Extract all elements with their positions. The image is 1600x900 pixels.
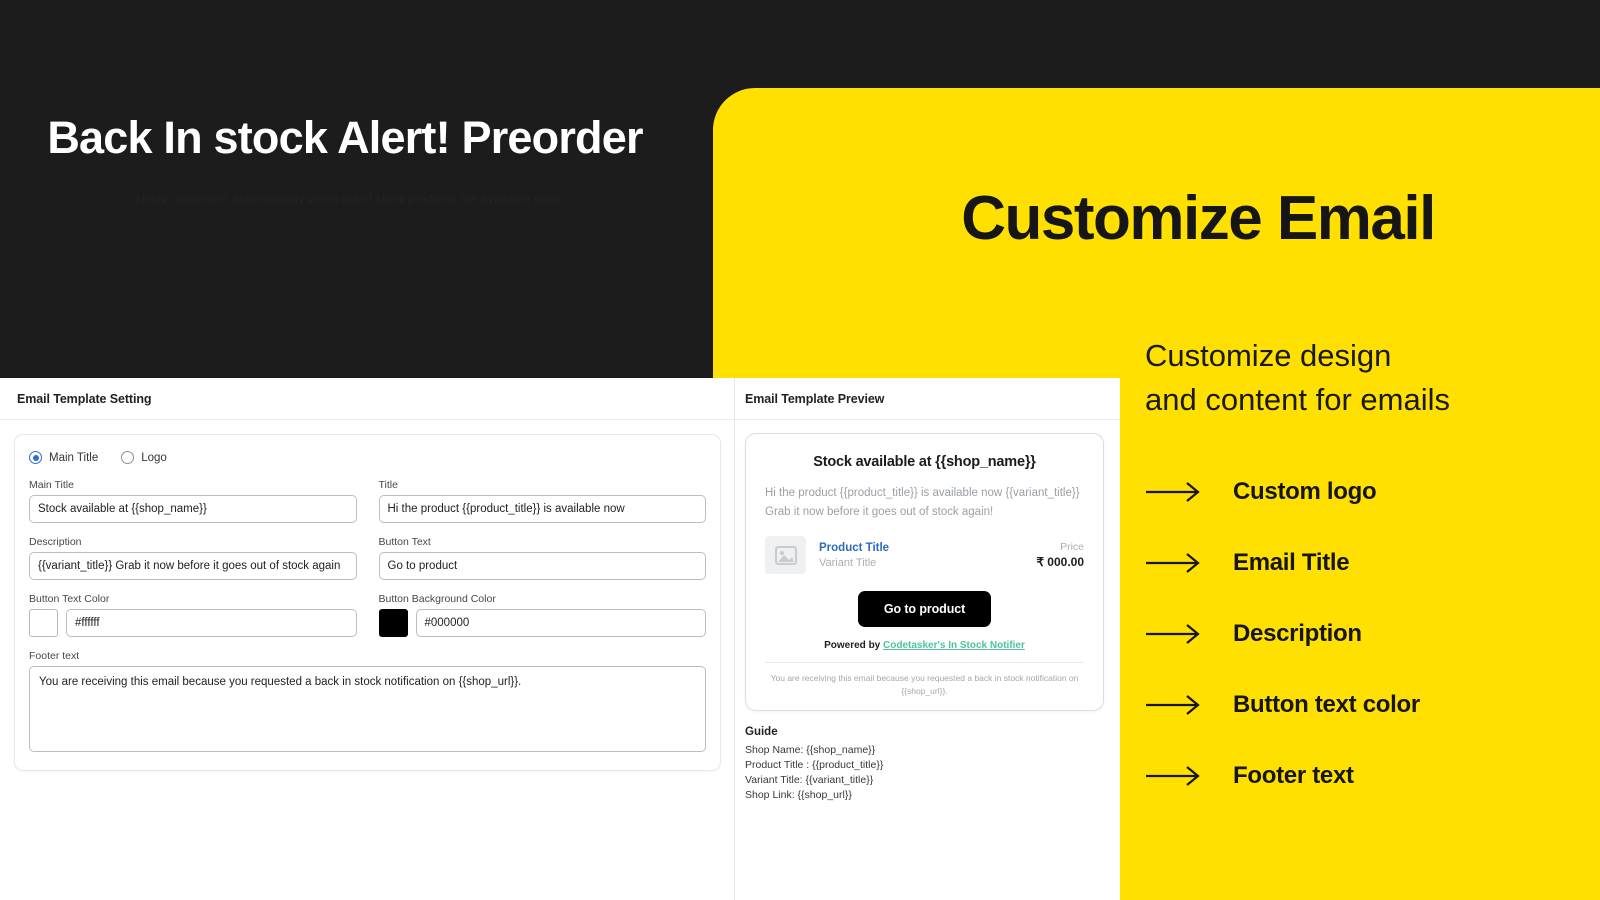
guide-title: Guide — [745, 725, 778, 738]
radio-label: Main Title — [49, 451, 99, 464]
field-label-footer-text: Footer text — [29, 650, 80, 662]
feature-item-email-title: Email Title — [1145, 527, 1575, 598]
button-text-color-input[interactable]: #ffffff — [66, 609, 357, 637]
preview-email-title: Stock available at {{shop_name}} — [813, 454, 1036, 470]
hero-subtitle: Notify customers automatically when out … — [135, 192, 565, 206]
guide-line: Variant Title: {{variant_title}} — [745, 773, 874, 786]
guide-line: Shop Name: {{shop_name}} — [745, 743, 876, 756]
main-title-input[interactable]: Stock available at {{shop_name}} — [29, 495, 357, 523]
email-template-form: Main Title Logo Main Title Stock availab… — [14, 434, 721, 771]
arrow-right-icon — [1145, 623, 1203, 645]
form-grid: Main Title Stock available at {{shop_nam… — [29, 479, 706, 650]
feature-item-description: Description — [1145, 598, 1575, 669]
field-button-text-color: Button Text Color #ffffff — [29, 593, 357, 637]
description-input[interactable]: {{variant_title}} Grab it now before it … — [29, 552, 357, 580]
field-main-title: Main Title Stock available at {{shop_nam… — [29, 479, 357, 523]
feature-item-footer-text: Footer text — [1145, 740, 1575, 811]
radio-icon-unchecked[interactable] — [121, 451, 135, 464]
hero-title: Back In stock Alert! Preorder — [47, 112, 643, 163]
button-text-color-swatch[interactable] — [29, 609, 58, 637]
preview-product-row: Product Title Variant Title Price ₹ 000.… — [765, 536, 1084, 575]
field-label-button-text-color: Button Text Color — [29, 593, 110, 605]
field-label-main-title: Main Title — [29, 479, 74, 491]
preview-price-column: Price ₹ 000.00 — [1036, 540, 1084, 571]
radio-icon-checked[interactable] — [29, 451, 42, 464]
field-label-description: Description — [29, 536, 82, 548]
preview-powered-by: Powered by Codetasker's In Stock Notifie… — [765, 640, 1084, 651]
preview-pane: Email Template Preview Stock available a… — [735, 378, 1120, 900]
powered-by-link[interactable]: Codetasker's In Stock Notifier — [883, 640, 1025, 651]
field-title: Title Hi the product {{product_title}} i… — [378, 479, 706, 523]
preview-price-value: ₹ 000.00 — [1036, 555, 1084, 570]
title-mode-radio-group: Main Title Logo — [29, 451, 706, 464]
field-label-button-text: Button Text — [378, 536, 431, 548]
guide-line: Product Title : {{product_title}} — [745, 758, 884, 771]
preview-pane-heading: Email Template Preview — [735, 378, 1120, 420]
preview-cta-button[interactable]: Go to product — [857, 591, 992, 628]
promo-heading: Customize Email — [961, 184, 1436, 253]
preview-variant-title: Variant Title — [819, 556, 877, 569]
settings-pane-heading: Email Template Setting — [0, 378, 734, 420]
feature-label: Custom logo — [1233, 477, 1377, 505]
feature-list: Custom logo Email Title Description Butt… — [1145, 456, 1575, 811]
button-text-input[interactable]: Go to product — [378, 552, 706, 580]
feature-label: Button text color — [1233, 690, 1420, 718]
screenshot-root: Customize Email Customize design and con… — [0, 0, 1600, 900]
promo-subheading: Customize design and content for emails — [1145, 334, 1450, 422]
arrow-right-icon — [1145, 552, 1203, 574]
footer-text-textarea[interactable]: You are receiving this email because you… — [29, 666, 706, 752]
feature-item-custom-logo: Custom logo — [1145, 456, 1575, 527]
radio-label: Logo — [141, 451, 167, 464]
field-label-title: Title — [378, 479, 398, 491]
panes: Email Template Setting Main Title Logo M… — [0, 378, 1120, 900]
button-background-color-row: #000000 — [378, 609, 706, 637]
button-text-color-row: #ffffff — [29, 609, 357, 637]
preview-email-body: Hi the product {{product_title}} is avai… — [765, 487, 1080, 518]
settings-pane: Email Template Setting Main Title Logo M… — [0, 378, 735, 900]
guide-line: Shop Link: {{shop_url}} — [745, 788, 852, 801]
button-background-color-swatch[interactable] — [378, 609, 408, 637]
title-input[interactable]: Hi the product {{product_title}} is avai… — [378, 495, 706, 523]
arrow-right-icon — [1145, 765, 1203, 787]
field-label-button-background-color: Button Background Color — [378, 593, 496, 605]
arrow-right-icon — [1145, 694, 1203, 716]
promo-subheading-line1: Customize design — [1145, 338, 1392, 373]
field-footer-text: Footer text You are receiving this email… — [29, 650, 706, 752]
field-button-text: Button Text Go to product — [378, 536, 706, 580]
field-description: Description {{variant_title}} Grab it no… — [29, 536, 357, 580]
preview-footnote: You are receiving this email because you… — [765, 662, 1084, 698]
feature-label: Email Title — [1233, 548, 1350, 576]
field-button-background-color: Button Background Color #000000 — [378, 593, 706, 637]
feature-item-button-text-color: Button text color — [1145, 669, 1575, 740]
powered-by-prefix: Powered by — [824, 640, 884, 652]
arrow-right-icon — [1145, 481, 1203, 503]
email-preview-card: Stock available at {{shop_name}} Hi the … — [745, 433, 1104, 711]
preview-cta-wrapper: Go to product — [765, 591, 1084, 628]
preview-price-label: Price — [1060, 540, 1084, 553]
feature-label: Description — [1233, 619, 1362, 647]
radio-option-logo[interactable]: Logo — [121, 451, 167, 464]
preview-product-names: Product Title Variant Title — [819, 540, 1036, 571]
feature-label: Footer text — [1233, 761, 1354, 789]
image-placeholder-icon — [765, 536, 806, 575]
app-screenshot: Email Template Setting Main Title Logo M… — [0, 378, 1120, 900]
preview-product-title[interactable]: Product Title — [819, 540, 1036, 556]
promo-subheading-line2: and content for emails — [1145, 382, 1451, 417]
button-background-color-input[interactable]: #000000 — [415, 609, 706, 637]
radio-option-main-title[interactable]: Main Title — [29, 451, 98, 464]
guide-section: Guide Shop Name: {{shop_name}} Product T… — [745, 726, 1104, 803]
